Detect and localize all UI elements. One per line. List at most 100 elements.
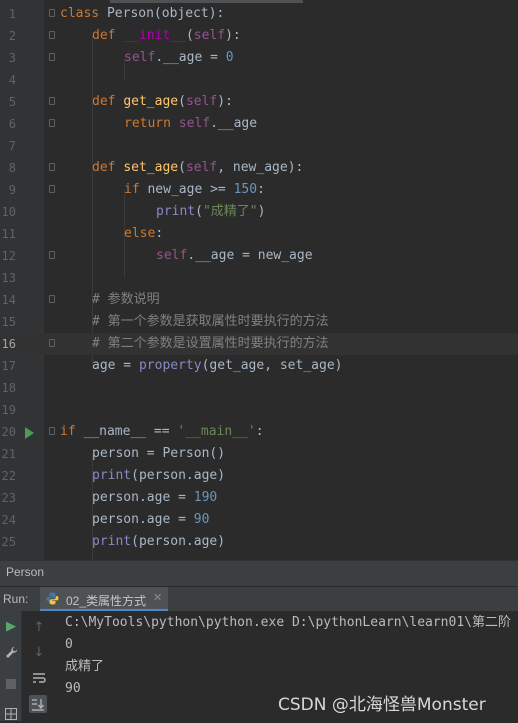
code-text: print(person.age) xyxy=(92,534,226,549)
code-line[interactable]: 7 xyxy=(0,135,518,157)
line-number: 9 xyxy=(8,183,16,197)
line-number: 2 xyxy=(8,29,16,43)
line-number: 20 xyxy=(1,425,16,439)
soft-wrap-icon[interactable] xyxy=(30,669,48,687)
code-line[interactable]: 18 xyxy=(0,377,518,399)
console-line: 0 xyxy=(65,637,73,652)
console-line: 90 xyxy=(65,681,81,696)
watermark: CSDN @北海怪兽Monster xyxy=(278,695,486,715)
code-line[interactable]: 5 def get_age(self): xyxy=(0,91,518,113)
line-number: 15 xyxy=(1,315,16,329)
code-comment: # 参数说明 xyxy=(92,292,160,307)
fold-icon[interactable] xyxy=(49,97,55,105)
console-toolbar: ↑ ↓ xyxy=(22,611,57,721)
python-file-icon xyxy=(46,592,59,605)
code-line[interactable]: 3 self.__age = 0 xyxy=(0,47,518,69)
code-line[interactable]: 19 xyxy=(0,399,518,421)
line-number: 4 xyxy=(8,73,16,87)
fold-icon[interactable] xyxy=(49,185,55,193)
line-number: 16 xyxy=(1,337,16,351)
code-line[interactable]: 17 age = property(get_age, set_age) xyxy=(0,355,518,377)
code-line[interactable]: 25 print(person.age) xyxy=(0,531,518,553)
fold-icon[interactable] xyxy=(49,53,55,61)
line-number: 19 xyxy=(1,403,16,417)
code-line-current[interactable]: 16 # 第二个参数是设置属性时要执行的方法 xyxy=(0,333,518,355)
breadcrumb-item[interactable]: Person xyxy=(6,565,44,579)
run-panel: ▶ ↑ ↓ C:\MyTools\python\python.exe D:\py… xyxy=(0,611,518,721)
code-line[interactable]: 23 person.age = 190 xyxy=(0,487,518,509)
code-line[interactable]: 2 def __init__(self): xyxy=(0,25,518,47)
code-line[interactable]: 14 # 参数说明 xyxy=(0,289,518,311)
line-number: 18 xyxy=(1,381,16,395)
code-text: def __init__(self): xyxy=(92,28,241,43)
stop-icon[interactable] xyxy=(2,675,20,693)
console-line: C:\MyTools\python\python.exe D:\pythonLe… xyxy=(65,615,511,630)
code-comment: # 第二个参数是设置属性时要执行的方法 xyxy=(92,336,329,351)
breadcrumb[interactable]: Person xyxy=(0,560,518,586)
code-line[interactable]: 20 if __name__ == '__main__': xyxy=(0,421,518,443)
code-line[interactable]: 10 print("成精了") xyxy=(0,201,518,223)
code-text: self.__age = 0 xyxy=(124,50,234,65)
wrench-icon[interactable] xyxy=(2,643,20,661)
line-number: 1 xyxy=(8,7,16,21)
code-line[interactable]: 4 xyxy=(0,69,518,91)
line-number: 3 xyxy=(8,51,16,65)
code-text: print(person.age) xyxy=(92,468,226,483)
fold-icon[interactable] xyxy=(49,31,55,39)
code-text: def get_age(self): xyxy=(92,94,233,109)
up-arrow-icon[interactable]: ↑ xyxy=(30,618,48,636)
line-number: 24 xyxy=(1,513,16,527)
line-number: 13 xyxy=(1,271,16,285)
down-arrow-icon[interactable]: ↓ xyxy=(30,643,48,661)
rerun-icon[interactable]: ▶ xyxy=(2,617,20,635)
code-line[interactable]: 1 class Person(object): xyxy=(0,3,518,25)
fold-icon[interactable] xyxy=(49,119,55,127)
code-text: def set_age(self, new_age): xyxy=(92,160,304,175)
fold-icon[interactable] xyxy=(49,295,55,303)
line-number: 14 xyxy=(1,293,16,307)
code-line[interactable]: 24 person.age = 90 xyxy=(0,509,518,531)
line-number: 11 xyxy=(1,227,16,241)
code-text: if __name__ == '__main__': xyxy=(60,424,264,439)
code-line[interactable]: 15 # 第一个参数是获取属性时要执行的方法 xyxy=(0,311,518,333)
line-number: 12 xyxy=(1,249,16,263)
code-text: print("成精了") xyxy=(156,204,266,219)
code-editor[interactable]: 1 class Person(object): 2 def __init__(s… xyxy=(0,0,518,560)
fold-icon[interactable] xyxy=(49,339,55,347)
code-text: person = Person() xyxy=(92,446,226,461)
code-line[interactable]: 21 person = Person() xyxy=(0,443,518,465)
fold-icon[interactable] xyxy=(49,163,55,171)
code-text: if new_age >= 150: xyxy=(124,182,265,197)
layout-icon[interactable] xyxy=(2,705,20,723)
close-icon[interactable]: ✕ xyxy=(153,591,162,604)
code-text: age = property(get_age, set_age) xyxy=(92,358,343,373)
code-comment: # 第一个参数是获取属性时要执行的方法 xyxy=(92,314,329,329)
line-number: 5 xyxy=(8,95,16,109)
run-toolwindow-header: Run: 02_类属性方式 ✕ xyxy=(0,586,518,611)
code-line[interactable]: 11 else: xyxy=(0,223,518,245)
code-line[interactable]: 6 return self.__age xyxy=(0,113,518,135)
code-line[interactable]: 9 if new_age >= 150: xyxy=(0,179,518,201)
fold-icon[interactable] xyxy=(49,251,55,259)
line-number: 10 xyxy=(1,205,16,219)
fold-icon[interactable] xyxy=(49,9,55,17)
code-line[interactable]: 8 def set_age(self, new_age): xyxy=(0,157,518,179)
run-toolbar: ▶ xyxy=(0,611,22,721)
fold-icon[interactable] xyxy=(49,427,55,435)
run-label: Run: xyxy=(3,592,29,606)
console-line: 成精了 xyxy=(65,659,105,674)
code-line[interactable]: 12 self.__age = new_age xyxy=(0,245,518,267)
run-arrow-icon[interactable] xyxy=(25,427,34,439)
code-text: return self.__age xyxy=(124,116,258,131)
code-text: class Person(object): xyxy=(60,6,225,21)
scroll-to-end-icon[interactable] xyxy=(29,695,47,713)
code-text: person.age = 190 xyxy=(92,490,218,505)
run-config-tab[interactable]: 02_类属性方式 ✕ xyxy=(40,587,168,611)
code-line[interactable]: 22 print(person.age) xyxy=(0,465,518,487)
line-number: 23 xyxy=(1,491,16,505)
line-number: 22 xyxy=(1,469,16,483)
run-tab-label: 02_类属性方式 xyxy=(66,594,147,608)
code-line[interactable]: 13 xyxy=(0,267,518,289)
line-number: 6 xyxy=(8,117,16,131)
code-text: else: xyxy=(124,226,164,241)
